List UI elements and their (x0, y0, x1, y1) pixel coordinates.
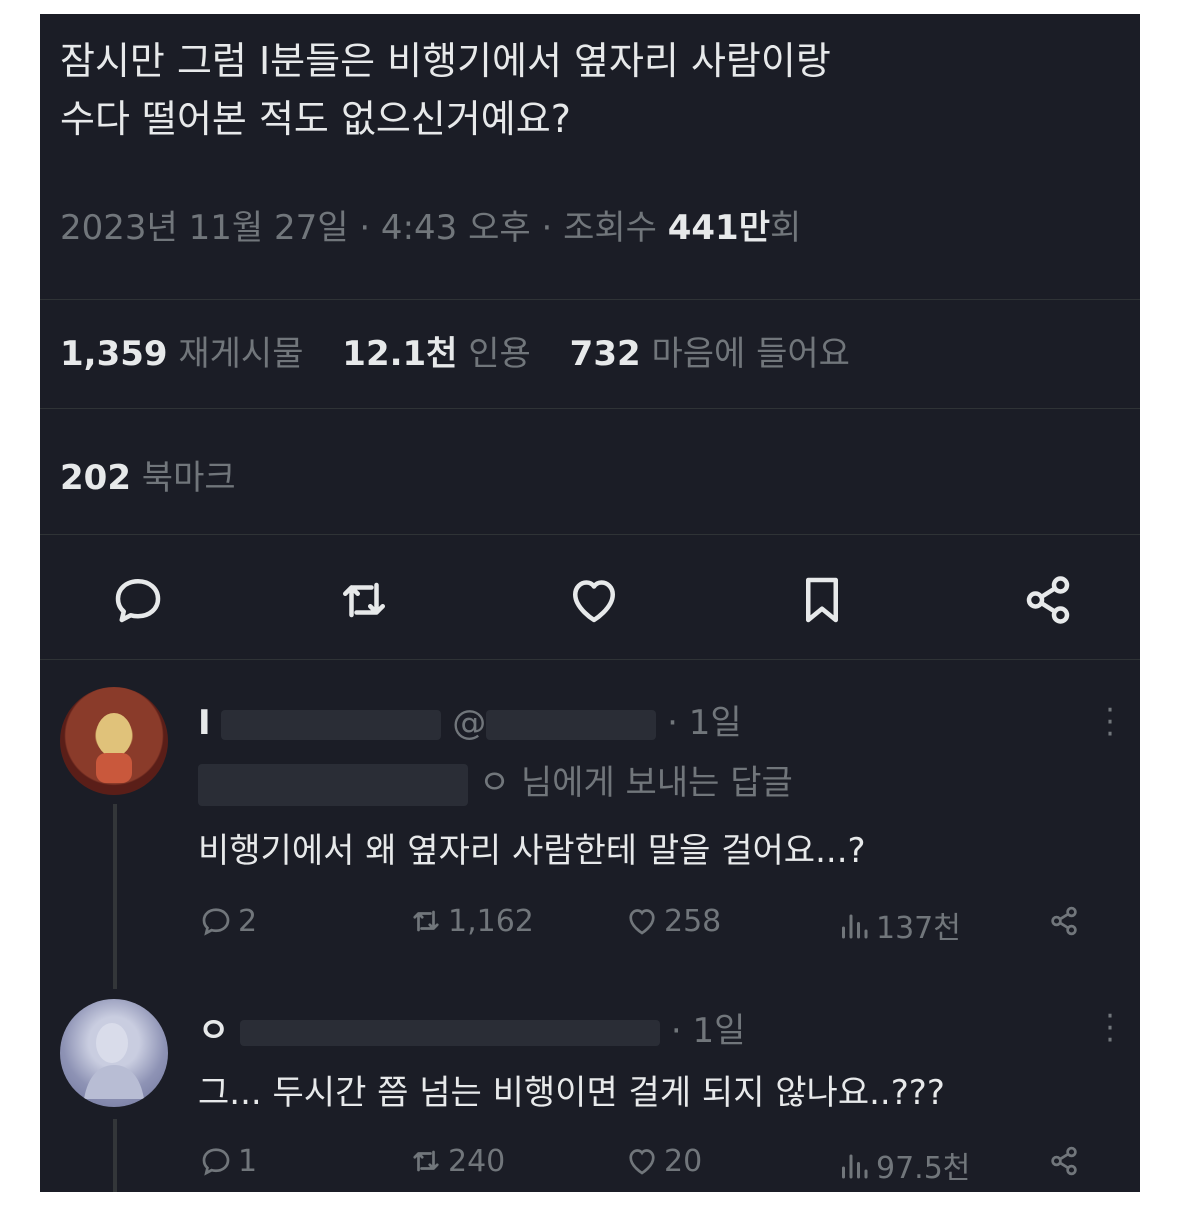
reply-count: 2 (238, 903, 258, 939)
avatar-image (84, 1023, 144, 1099)
likes-stat[interactable]: 732 마음에 들어요 (570, 334, 850, 374)
like-count: 258 (664, 903, 722, 939)
avatar[interactable] (60, 687, 168, 795)
reply-count-button[interactable]: 1 (198, 1143, 257, 1179)
tweet-text-line: 잠시만 그럼 I분들은 비행기에서 옆자리 사람이랑 (60, 39, 831, 83)
bookmark-icon (806, 577, 838, 623)
likes-count: 732 (569, 334, 641, 374)
reply-tweet[interactable]: I @ · 1일 · · · ㅇ 님에게 보내는 답글 비행기에서 왜 옆자리 사람… (40, 659, 1140, 989)
repost-icon (413, 1150, 439, 1172)
view-count-suffix: 회 (770, 208, 802, 248)
tweet-detail-panel: 잠시만 그럼 I분들은 비행기에서 옆자리 사람이랑 수다 떨어본 적도 없으신… (40, 14, 1140, 1192)
tweet-text-line: 수다 떨어본 적도 없으신거예요? (60, 97, 571, 141)
view-count: 97.5천 (876, 1151, 971, 1186)
divider (40, 534, 1140, 535)
repost-icon (413, 910, 439, 932)
reply-count: 1 (238, 1143, 258, 1179)
repost-count: 1,162 (448, 903, 534, 939)
thread-line (113, 1119, 117, 1192)
views-button[interactable]: 137천 (836, 903, 961, 947)
reply-icon (115, 579, 161, 623)
share-icon (1026, 576, 1070, 624)
analytics-icon (842, 914, 868, 939)
quotes-stat[interactable]: 12.1천 인용 (342, 334, 531, 374)
share-button[interactable] (1018, 570, 1078, 630)
repost-count-button[interactable]: 1,162 (408, 903, 534, 939)
bookmarks-label: 북마크 (141, 458, 236, 498)
repost-count: 240 (448, 1143, 506, 1179)
share-icon (1051, 1146, 1077, 1176)
display-name[interactable]: ㅇ (198, 1011, 229, 1051)
bookmarks-stat[interactable]: 202 북마크 (60, 450, 236, 499)
divider (40, 299, 1140, 300)
like-count-button[interactable]: 20 (624, 1143, 702, 1179)
reply-icon (202, 1148, 230, 1176)
handle[interactable]: @ (452, 703, 486, 743)
reply-text: 비행기에서 왜 옆자리 사람한테 말을 걸어요...? (198, 831, 866, 871)
redacted-recipient (198, 763, 468, 806)
bookmarks-count: 202 (60, 458, 131, 498)
like-icon (629, 909, 655, 935)
redacted-handle (486, 709, 657, 740)
like-icon (629, 1149, 655, 1175)
like-count-button[interactable]: 258 (624, 903, 721, 939)
display-name[interactable]: I (198, 703, 211, 743)
reply-count-button[interactable]: 2 (198, 903, 257, 939)
analytics-icon (842, 1154, 868, 1179)
engagement-stats: 1,359 재게시물 12.1천 인용 732 마음에 들어요 (60, 326, 878, 375)
reposts-stat[interactable]: 1,359 재게시물 (60, 334, 303, 374)
reply-header: ㅇ · 1일 (198, 1003, 745, 1052)
reposts-label: 재게시물 (178, 334, 304, 374)
bookmark-button[interactable] (792, 570, 852, 630)
avatar[interactable] (60, 999, 168, 1107)
avatar-image (96, 713, 132, 783)
tweet-text: 잠시만 그럼 I분들은 비행기에서 옆자리 사람이랑 수다 떨어본 적도 없으신… (60, 32, 1110, 148)
tweet-date: 2023년 11월 27일 · 4:43 오후 · 조회수 (60, 208, 668, 248)
repost-count-button[interactable]: 240 (408, 1143, 505, 1179)
reply-button[interactable] (108, 570, 168, 630)
reply-text: 그... 두시간 쯤 넘는 비행이면 걸게 되지 않나요..??? (198, 1073, 945, 1113)
redacted-name-handle (240, 1019, 661, 1046)
replying-to-text: ㅇ 님에게 보내는 답글 (478, 763, 793, 803)
share-button[interactable] (1046, 1143, 1086, 1179)
divider (40, 408, 1140, 409)
view-count: 137천 (876, 911, 961, 946)
views-button[interactable]: 97.5천 (836, 1143, 970, 1187)
replying-to: ㅇ 님에게 보내는 답글 (198, 755, 793, 806)
repost-button[interactable] (334, 570, 394, 630)
more-options-icon[interactable]: · · · (1100, 696, 1120, 750)
reposts-count: 1,359 (60, 334, 168, 374)
reply-tweet[interactable]: ㅇ · 1일 · · · 그... 두시간 쯤 넘는 비행이면 걸게 되지 않나요.… (40, 989, 1140, 1192)
like-icon (573, 580, 615, 623)
quotes-count: 12.1천 (342, 334, 458, 374)
like-button[interactable] (564, 570, 624, 630)
reply-icon (202, 908, 230, 936)
thread-line (113, 804, 117, 989)
reply-time: · 1일 (670, 1011, 746, 1051)
view-count: 441만 (667, 208, 770, 248)
reply-time: · 1일 (667, 703, 742, 743)
repost-icon (343, 582, 385, 618)
share-icon (1051, 906, 1077, 936)
reply-header: I @ · 1일 (198, 695, 742, 744)
share-button[interactable] (1046, 903, 1086, 939)
likes-label: 마음에 들어요 (651, 334, 850, 374)
tweet-meta: 2023년 11월 27일 · 4:43 오후 · 조회수 441만회 (60, 200, 801, 249)
quotes-label: 인용 (468, 334, 531, 374)
redacted-name (221, 709, 442, 740)
more-options-icon[interactable]: · · · (1100, 1002, 1120, 1056)
like-count: 20 (664, 1143, 703, 1179)
